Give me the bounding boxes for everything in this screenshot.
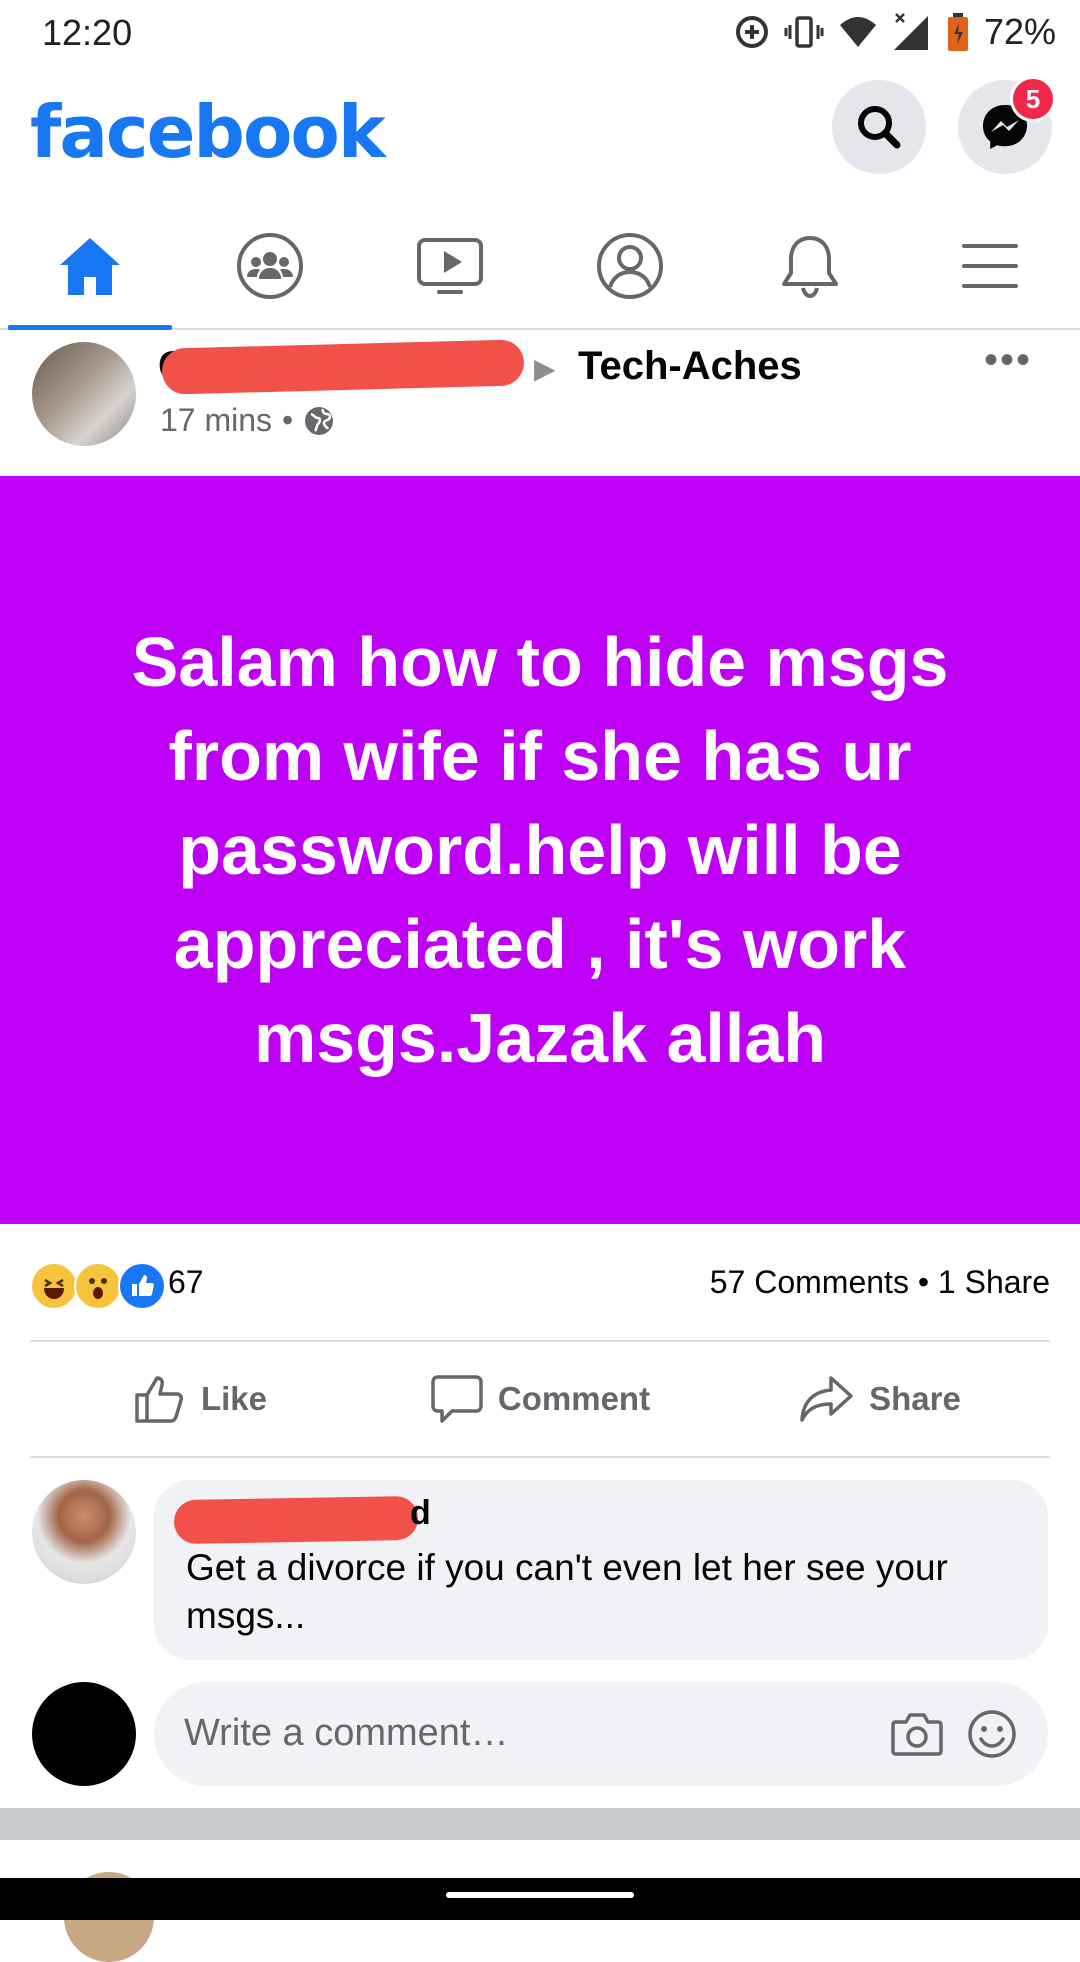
emoji-icon[interactable] bbox=[966, 1708, 1018, 1760]
status-bar: 12:20 72% bbox=[0, 0, 1080, 64]
tab-profile[interactable] bbox=[540, 204, 720, 328]
tab-watch[interactable] bbox=[360, 204, 540, 328]
facebook-logo: facebook bbox=[30, 90, 386, 174]
system-nav-bar bbox=[0, 1878, 1080, 1920]
redaction-mark bbox=[173, 1495, 419, 1545]
post-meta: 17 mins • bbox=[160, 402, 335, 439]
search-icon bbox=[858, 106, 901, 149]
write-comment-input[interactable]: Write a comment… bbox=[154, 1682, 1048, 1786]
comment-text: Get a divorce if you can't even let her … bbox=[186, 1547, 948, 1636]
tab-home[interactable] bbox=[0, 204, 180, 330]
comment-label: Comment bbox=[497, 1380, 651, 1417]
meta-separator: • bbox=[282, 402, 294, 438]
globe-icon bbox=[305, 406, 334, 435]
feed-separator bbox=[0, 1808, 1080, 1840]
wifi-icon bbox=[839, 17, 876, 47]
reaction-count[interactable]: 67 bbox=[168, 1264, 204, 1301]
battery-percentage: 72% bbox=[983, 11, 1056, 52]
like-label: Like bbox=[200, 1380, 268, 1417]
commenter-name[interactable]: d bbox=[410, 1494, 431, 1533]
write-comment-placeholder: Write a comment… bbox=[184, 1712, 509, 1754]
signal-icon bbox=[893, 13, 928, 50]
data-saver-icon bbox=[735, 16, 768, 48]
haha-reaction-icon bbox=[30, 1262, 78, 1310]
share-label: Share bbox=[869, 1380, 961, 1417]
post-background: Salam how to hide msgs from wife if she … bbox=[0, 476, 1080, 1224]
post-stats[interactable]: 57 Comments • 1 Share bbox=[710, 1264, 1050, 1301]
commenter-avatar[interactable] bbox=[32, 1480, 136, 1584]
like-icon bbox=[135, 1376, 183, 1423]
current-user-avatar bbox=[32, 1682, 136, 1786]
redaction-mark bbox=[161, 339, 525, 395]
tab-menu[interactable] bbox=[900, 204, 1080, 328]
bell-icon bbox=[782, 236, 838, 299]
wow-reaction-icon bbox=[74, 1262, 122, 1310]
group-name[interactable]: Tech-Aches bbox=[578, 344, 802, 389]
comment-button[interactable]: Comment bbox=[370, 1342, 710, 1456]
camera-icon[interactable] bbox=[890, 1708, 944, 1760]
groups-icon bbox=[237, 233, 303, 299]
share-icon bbox=[800, 1376, 853, 1422]
stats-separator: • bbox=[917, 1264, 930, 1300]
author-avatar[interactable] bbox=[32, 342, 136, 446]
nav-tabs bbox=[0, 204, 1080, 330]
menu-icon bbox=[962, 244, 1018, 288]
share-button[interactable]: Share bbox=[710, 1342, 1050, 1456]
vibrate-icon bbox=[784, 16, 824, 48]
like-button[interactable]: Like bbox=[30, 1342, 370, 1456]
post-actions: Like Comment Share bbox=[30, 1342, 1050, 1456]
tab-notifications[interactable] bbox=[720, 204, 900, 328]
reaction-icons[interactable] bbox=[30, 1262, 166, 1310]
home-icon bbox=[60, 238, 120, 295]
status-time: 12:20 bbox=[42, 12, 133, 53]
more-options-icon[interactable]: ••• bbox=[984, 338, 1032, 383]
post-header: C ▶ Tech-Aches ••• 17 mins • bbox=[0, 330, 1080, 474]
post-time[interactable]: 17 mins bbox=[160, 402, 272, 439]
divider-bottom bbox=[30, 1456, 1050, 1458]
messenger-badge: 5 bbox=[1010, 76, 1056, 122]
posted-in-arrow-icon: ▶ bbox=[534, 353, 556, 384]
comment-count[interactable]: 57 Comments bbox=[710, 1264, 909, 1300]
battery-icon bbox=[947, 13, 968, 51]
search-button[interactable] bbox=[832, 80, 926, 174]
tab-groups[interactable] bbox=[180, 204, 360, 328]
app-header: facebook 5 bbox=[0, 64, 1080, 204]
comment-bubble[interactable]: d Get a divorce if you can't even let he… bbox=[154, 1480, 1048, 1660]
like-reaction-icon bbox=[118, 1262, 166, 1310]
home-gesture-handle[interactable] bbox=[446, 1892, 634, 1898]
comment-icon bbox=[431, 1375, 483, 1423]
watch-icon bbox=[417, 238, 483, 294]
messenger-button[interactable]: 5 bbox=[958, 76, 1056, 174]
post-text: Salam how to hide msgs from wife if she … bbox=[131, 623, 949, 1077]
share-count[interactable]: 1 Share bbox=[938, 1264, 1050, 1300]
profile-icon bbox=[597, 233, 663, 299]
status-icons: 72% bbox=[734, 10, 1056, 54]
reactions-row: 67 57 Comments • 1 Share bbox=[30, 1258, 1050, 1310]
